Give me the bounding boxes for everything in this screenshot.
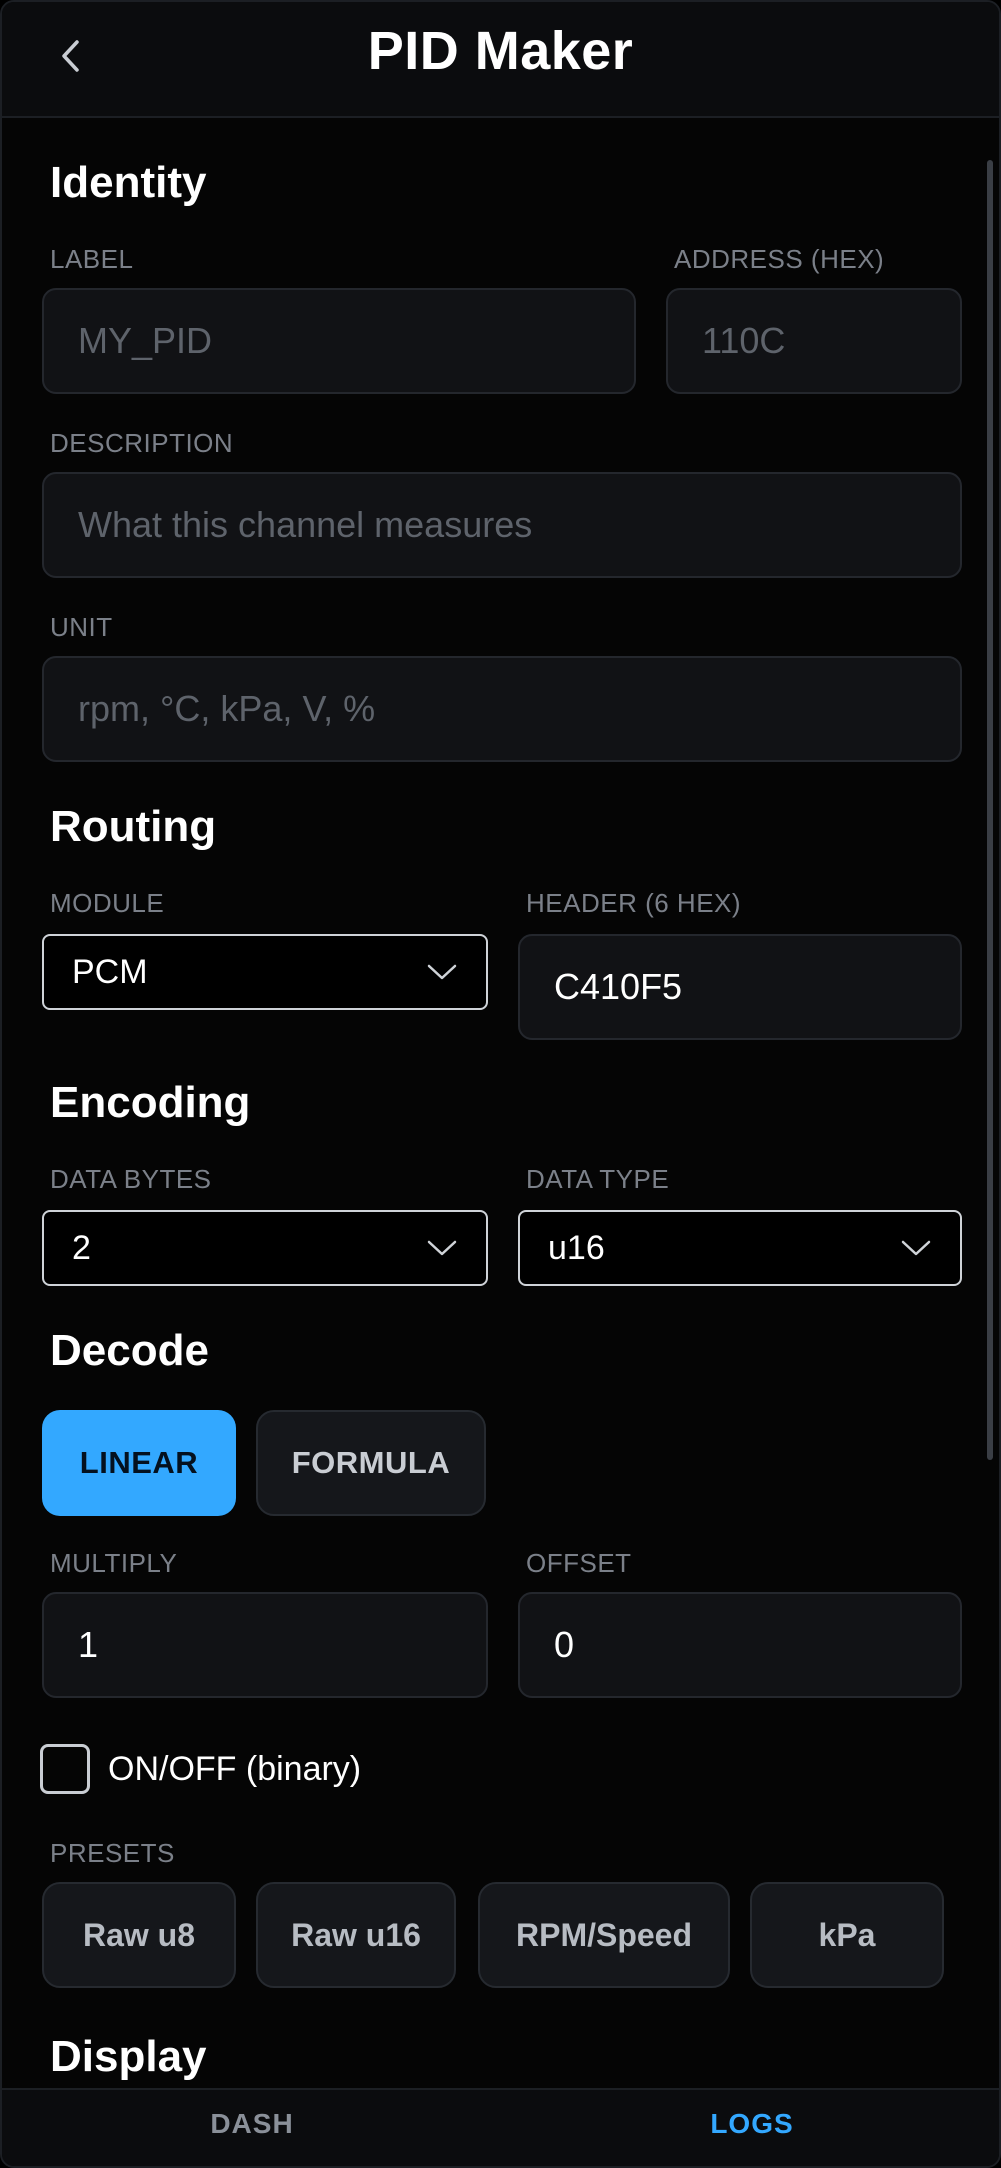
multiply-input[interactable]	[42, 1592, 488, 1698]
unit-field-label: UNIT	[50, 612, 113, 642]
offset-label: OFFSET	[526, 1548, 632, 1578]
section-title-decode: Decode	[50, 1326, 209, 1375]
section-title-routing: Routing	[50, 802, 217, 851]
data-bytes-select[interactable]: 2	[42, 1210, 488, 1286]
header-bar: PID Maker	[2, 2, 999, 118]
label-input[interactable]	[42, 288, 636, 394]
section-title-identity: Identity	[50, 158, 207, 207]
binary-checkbox[interactable]	[40, 1744, 90, 1794]
unit-input[interactable]	[42, 656, 962, 762]
data-type-value: u16	[548, 1228, 605, 1267]
module-select-value: PCM	[72, 952, 148, 991]
address-input[interactable]	[666, 288, 962, 394]
mode-linear-button[interactable]: LINEAR	[42, 1410, 236, 1516]
description-input[interactable]	[42, 472, 962, 578]
data-bytes-value: 2	[72, 1228, 91, 1267]
presets-label: PRESETS	[50, 1838, 175, 1868]
scrollbar[interactable]	[987, 160, 993, 1460]
data-bytes-label: DATA BYTES	[50, 1164, 212, 1194]
chevron-down-icon	[427, 1240, 457, 1256]
module-select[interactable]: PCM	[42, 934, 488, 1010]
section-title-display: Display	[50, 2032, 207, 2081]
description-field-label: DESCRIPTION	[50, 428, 234, 458]
preset-raw-u16-button[interactable]: Raw u16	[256, 1882, 456, 1988]
chevron-down-icon	[901, 1240, 931, 1256]
data-type-select[interactable]: u16	[518, 1210, 962, 1286]
binary-checkbox-label: ON/OFF (binary)	[108, 1750, 362, 1788]
preset-raw-u8-button[interactable]: Raw u8	[42, 1882, 236, 1988]
app-window: PID Maker Identity LABEL ADDRESS (HEX) D…	[0, 0, 1001, 2168]
nav-logs-tab[interactable]: LOGS	[502, 2108, 999, 2140]
header-field-label: HEADER (6 HEX)	[526, 888, 742, 918]
data-type-label: DATA TYPE	[526, 1164, 670, 1194]
address-field-label: ADDRESS (HEX)	[674, 244, 885, 274]
multiply-label: MULTIPLY	[50, 1548, 178, 1578]
section-title-encoding: Encoding	[50, 1078, 251, 1127]
module-field-label: MODULE	[50, 888, 165, 918]
chevron-down-icon	[427, 964, 457, 980]
nav-dash-tab[interactable]: DASH	[2, 2108, 502, 2140]
header-input[interactable]	[518, 934, 962, 1040]
offset-input[interactable]	[518, 1592, 962, 1698]
preset-kpa-button[interactable]: kPa	[750, 1882, 944, 1988]
bottom-nav: DASH LOGS	[2, 2088, 999, 2166]
form-content[interactable]: Identity LABEL ADDRESS (HEX) DESCRIPTION…	[2, 120, 999, 2092]
mode-formula-button[interactable]: FORMULA	[256, 1410, 486, 1516]
page-title: PID Maker	[367, 21, 634, 81]
preset-rpm-speed-button[interactable]: RPM/Speed	[478, 1882, 730, 1988]
label-field-label: LABEL	[50, 244, 134, 274]
